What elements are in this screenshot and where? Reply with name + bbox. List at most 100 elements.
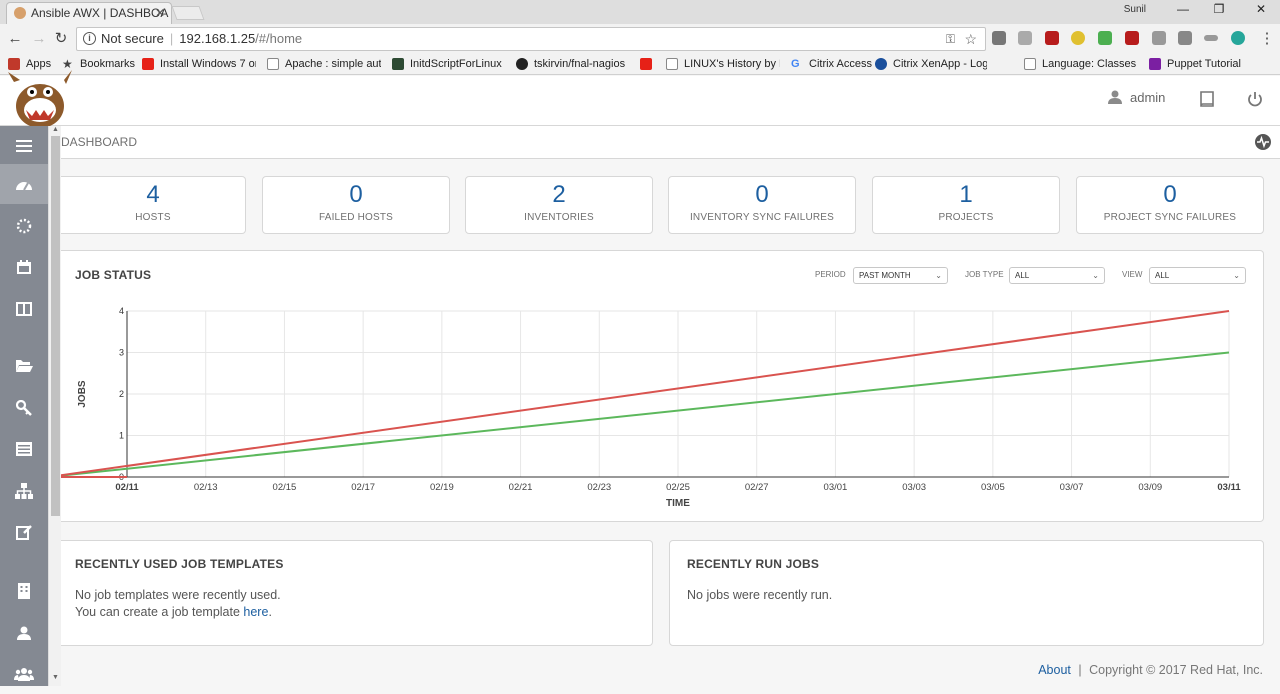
sidebar-item-schedules[interactable] xyxy=(0,247,48,287)
user-icon xyxy=(17,626,31,640)
y-tick-label: 1 xyxy=(119,431,124,441)
sidebar-item-users[interactable] xyxy=(0,613,48,653)
x-tick-label: 03/11 xyxy=(1217,482,1241,493)
bookmark-link[interactable]: tskirvin/fnal-nagios xyxy=(516,57,626,71)
bookmark-link[interactable] xyxy=(640,57,658,71)
project-sync-failures-card[interactable]: 0 PROJECT SYNC FAILURES xyxy=(1076,176,1264,234)
address-bar[interactable]: i Not secure | 192.168.1.25/#/home ⚿ ☆ xyxy=(76,27,986,51)
page-icon xyxy=(267,58,279,70)
docs-book-icon[interactable] xyxy=(1198,90,1216,108)
hosts-card[interactable]: 4 HOSTS xyxy=(61,176,246,234)
forward-arrow-icon[interactable]: → xyxy=(30,30,48,48)
maximize-button[interactable]: ❐ xyxy=(1204,2,1234,20)
browser-tabstrip: Ansible AWX | DASHBOA ✕ Sunil — ❐ ✕ xyxy=(0,0,1280,24)
failed-hosts-card[interactable]: 0 FAILED HOSTS xyxy=(262,176,450,234)
sidebar-item-teams[interactable] xyxy=(0,654,48,694)
bookmark-link[interactable]: Language: Classes — xyxy=(1024,57,1137,71)
sidebar-item-system[interactable] xyxy=(0,571,48,611)
inventory-sync-failures-label: INVENTORY SYNC FAILURES xyxy=(689,212,835,223)
camera-extension-icon[interactable] xyxy=(1178,31,1192,45)
bookmark-apps[interactable]: Apps xyxy=(8,57,51,71)
x-tick-label: 03/05 xyxy=(981,482,1005,493)
bookmark-link[interactable]: Apache : simple auth xyxy=(267,57,381,71)
x-tick-label: 02/27 xyxy=(745,482,769,493)
sidebar-item-inventories[interactable] xyxy=(0,429,48,469)
x-tick-label: 02/15 xyxy=(273,482,297,493)
create-template-link[interactable]: here xyxy=(243,605,268,619)
inventory-sync-failures-card[interactable]: 0 INVENTORY SYNC FAILURES xyxy=(668,176,856,234)
extension-icon[interactable] xyxy=(1098,31,1112,45)
about-link[interactable]: About xyxy=(1038,663,1071,677)
scroll-down-icon[interactable]: ▼ xyxy=(52,674,59,681)
extension-icon[interactable] xyxy=(1152,31,1166,45)
awx-favicon-icon xyxy=(14,7,26,19)
info-icon[interactable]: i xyxy=(83,32,96,45)
pdf-extension-icon[interactable] xyxy=(1125,31,1139,45)
user-menu[interactable]: admin xyxy=(1108,90,1165,105)
sidebar-menu-toggle[interactable] xyxy=(0,126,48,166)
list-icon xyxy=(16,442,32,456)
scrollbar-thumb[interactable] xyxy=(51,136,60,516)
tab-title: Ansible AWX | DASHBOA xyxy=(31,6,169,20)
extension-icon[interactable] xyxy=(992,31,1006,45)
browser-tab[interactable]: Ansible AWX | DASHBOA ✕ xyxy=(6,2,172,24)
reload-icon[interactable]: ↻ xyxy=(52,30,70,48)
adblock-extension-icon[interactable] xyxy=(1045,31,1059,45)
extension-icon[interactable] xyxy=(1231,31,1245,45)
key-icon[interactable]: ⚿ xyxy=(946,28,955,50)
sidebar-scrollbar[interactable]: ▲ ▼ xyxy=(48,126,61,686)
bookmark-link[interactable]: InitdScriptForLinux - xyxy=(392,57,504,71)
bookmark-link[interactable]: Citrix XenApp - Logo xyxy=(875,57,987,71)
key-icon xyxy=(16,400,32,416)
projects-label: PROJECTS xyxy=(938,212,994,223)
close-tab-icon[interactable]: ✕ xyxy=(155,3,165,23)
scroll-up-icon[interactable]: ▲ xyxy=(52,126,59,133)
extension-icon[interactable] xyxy=(1204,35,1218,41)
close-window-button[interactable]: ✕ xyxy=(1246,2,1276,20)
jobs-spinner-icon xyxy=(16,218,32,234)
sidebar-item-credentials[interactable] xyxy=(0,388,48,428)
hosts-label: HOSTS xyxy=(135,212,171,223)
sidebar-item-organizations[interactable] xyxy=(0,471,48,511)
bookmark-star-icon[interactable]: ☆ xyxy=(964,28,977,50)
failed-hosts-count: 0 xyxy=(349,181,363,208)
x-tick-label: 02/19 xyxy=(430,482,454,493)
browser-user-label[interactable]: Sunil xyxy=(1124,4,1146,15)
x-tick-label: 02/25 xyxy=(666,482,690,493)
recent-templates-body: No job templates were recently used. You… xyxy=(75,587,281,621)
sidebar-item-jobs[interactable] xyxy=(0,206,48,246)
inventories-count: 2 xyxy=(552,181,566,208)
youtube-icon xyxy=(142,58,154,70)
bookmark-link[interactable]: G Citrix Access xyxy=(791,57,872,71)
x-tick-label: 02/13 xyxy=(194,482,218,493)
inventories-label: INVENTORIES xyxy=(524,212,594,223)
minimize-button[interactable]: — xyxy=(1168,2,1198,20)
power-logout-icon[interactable] xyxy=(1246,90,1264,108)
x-tick-label: 02/11 xyxy=(115,482,139,493)
new-tab-button[interactable] xyxy=(171,6,205,20)
bookmark-folder[interactable]: ★ Bookmarks xyxy=(62,57,135,71)
breadcrumb: DASHBOARD xyxy=(61,126,1280,159)
back-arrow-icon[interactable]: ← xyxy=(6,30,24,48)
google-icon: G xyxy=(791,58,800,70)
bookmark-link[interactable]: LINUX's History by Li xyxy=(666,57,780,71)
sidebar-item-dashboard[interactable] xyxy=(0,164,48,204)
sidebar-item-portal[interactable] xyxy=(0,289,48,329)
job-status-chart: 0123402/11 02/13 02/15 02/17 02/19 02/21 02/23… xyxy=(61,306,1241,509)
bookmark-link[interactable]: Install Windows 7 on xyxy=(142,57,256,71)
project-sync-failures-label: PROJECT SYNC FAILURES xyxy=(1103,212,1237,223)
hosts-count: 4 xyxy=(146,181,160,208)
sidebar-item-projects[interactable] xyxy=(0,346,48,386)
projects-card[interactable]: 1 PROJECTS xyxy=(872,176,1060,234)
y-tick-label: 2 xyxy=(119,389,124,399)
bookmark-link[interactable]: Puppet Tutorial xyxy=(1149,57,1241,71)
x-tick-label: 03/09 xyxy=(1138,482,1162,493)
bookmarks-bar: Apps ★ Bookmarks Install Windows 7 on Apa… xyxy=(0,54,1280,75)
browser-menu-icon[interactable]: ⋮ xyxy=(1258,30,1276,48)
activity-stream-icon[interactable] xyxy=(1254,133,1272,151)
inventories-card[interactable]: 2 INVENTORIES xyxy=(465,176,653,234)
awx-logo[interactable] xyxy=(4,70,76,132)
extension-icon[interactable] xyxy=(1018,31,1032,45)
sidebar-item-templates[interactable] xyxy=(0,512,48,552)
extension-icon[interactable] xyxy=(1071,31,1085,45)
